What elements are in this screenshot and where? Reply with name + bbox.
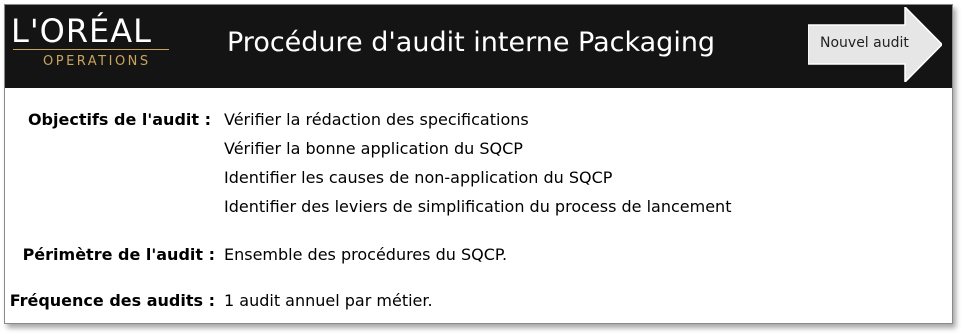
loreal-operations-logo: L'ORÉAL OPERATIONS [11,13,171,75]
objective-item: Identifier les causes de non-application… [224,168,613,187]
objective-item: Vérifier la rédaction des specifications [224,110,529,129]
logo-subtitle-text: OPERATIONS [43,54,151,69]
objectives-list: Vérifier la rédaction des specifications… [224,105,731,221]
new-audit-label: Nouvel audit [820,35,909,51]
logo-divider [13,49,169,50]
page-title: Procédure d'audit interne Packaging [227,27,716,58]
scope-value: Ensemble des procédures du SQCP. [224,245,508,264]
objective-item: Identifier des leviers de simplification… [224,197,732,216]
logo-brand-text: L'ORÉAL [11,12,152,50]
objective-item: Vérifier la bonne application du SQCP [224,139,523,158]
new-audit-button[interactable]: Nouvel audit [808,7,942,82]
objectives-label: Objectifs de l'audit : [27,110,211,129]
header-bar: L'ORÉAL OPERATIONS Procédure d'audit int… [5,5,952,88]
audit-procedure-panel: L'ORÉAL OPERATIONS Procédure d'audit int… [4,4,953,324]
frequency-label: Fréquence des audits : [9,291,215,310]
scope-label: Périmètre de l'audit : [22,245,215,264]
frequency-value: 1 audit annuel par métier. [224,291,433,310]
